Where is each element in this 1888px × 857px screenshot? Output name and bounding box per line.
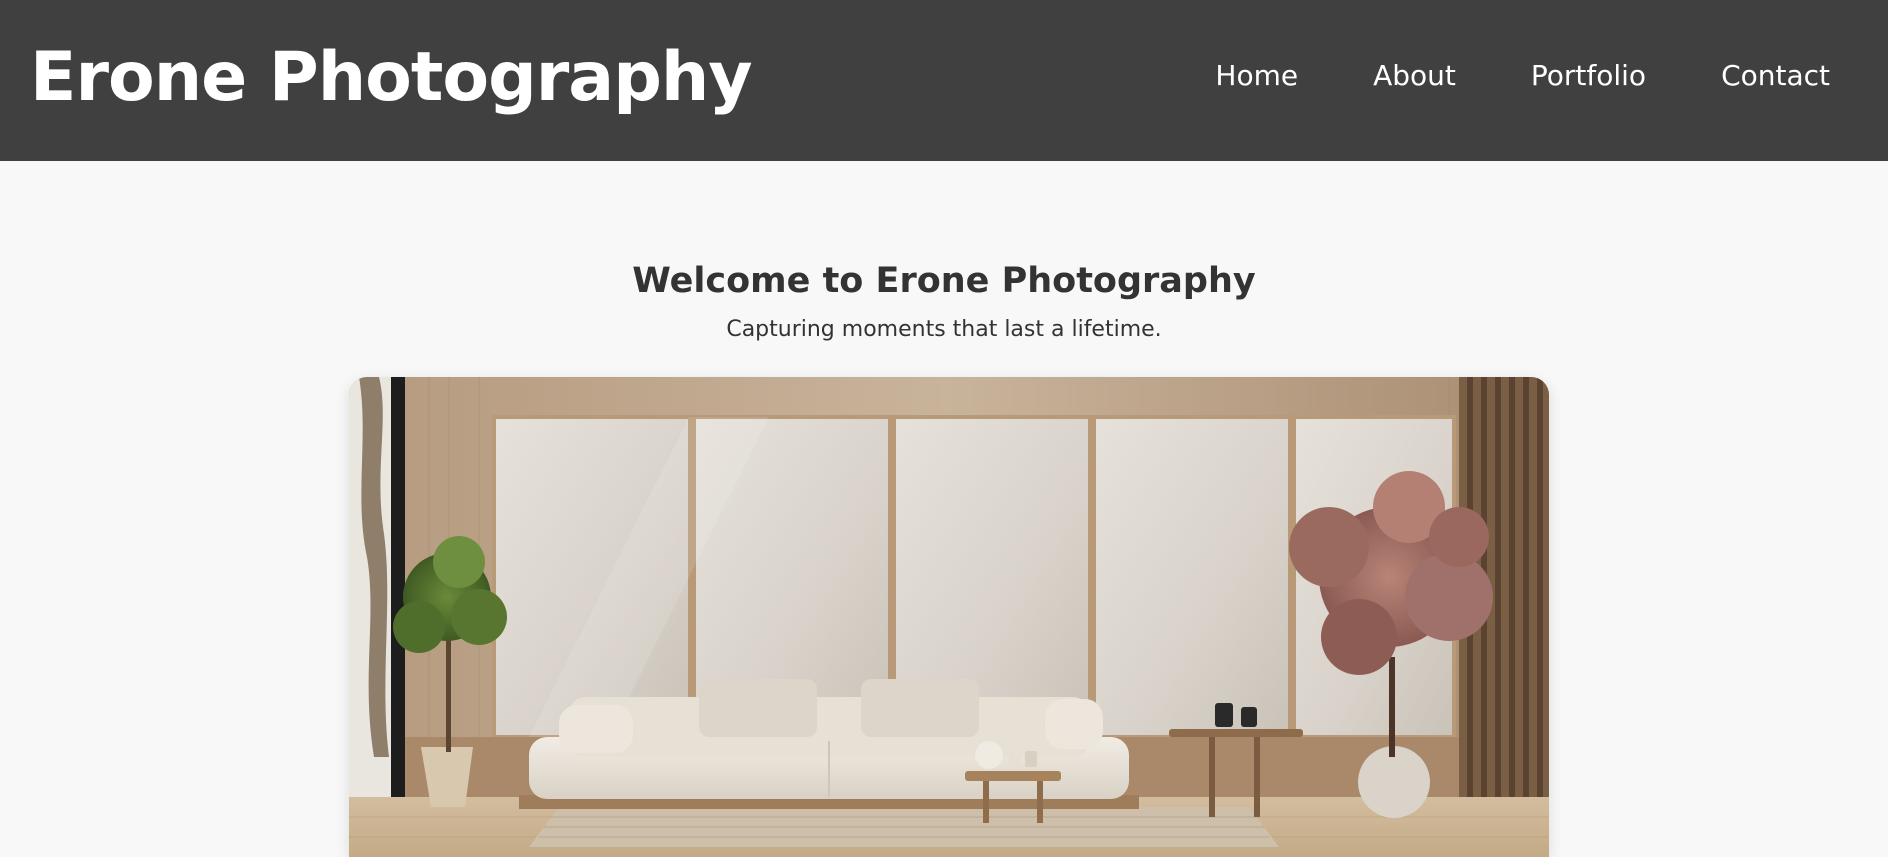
site-header: Erone Photography Home About Portfolio C… — [0, 0, 1888, 161]
main-nav: Home About Portfolio Contact — [1140, 52, 1830, 100]
hero-title: Welcome to Erone Photography — [632, 261, 1256, 301]
nav-contact-link[interactable]: Contact — [1721, 52, 1830, 100]
hero-image — [349, 377, 1549, 857]
nav-about-link[interactable]: About — [1373, 52, 1456, 100]
nav-portfolio-link[interactable]: Portfolio — [1531, 52, 1646, 100]
hero-subtitle: Capturing moments that last a lifetime. — [726, 317, 1162, 342]
site-brand[interactable]: Erone Photography — [30, 30, 753, 126]
nav-home-link[interactable]: Home — [1215, 52, 1298, 100]
living-room-photo — [349, 377, 1549, 857]
